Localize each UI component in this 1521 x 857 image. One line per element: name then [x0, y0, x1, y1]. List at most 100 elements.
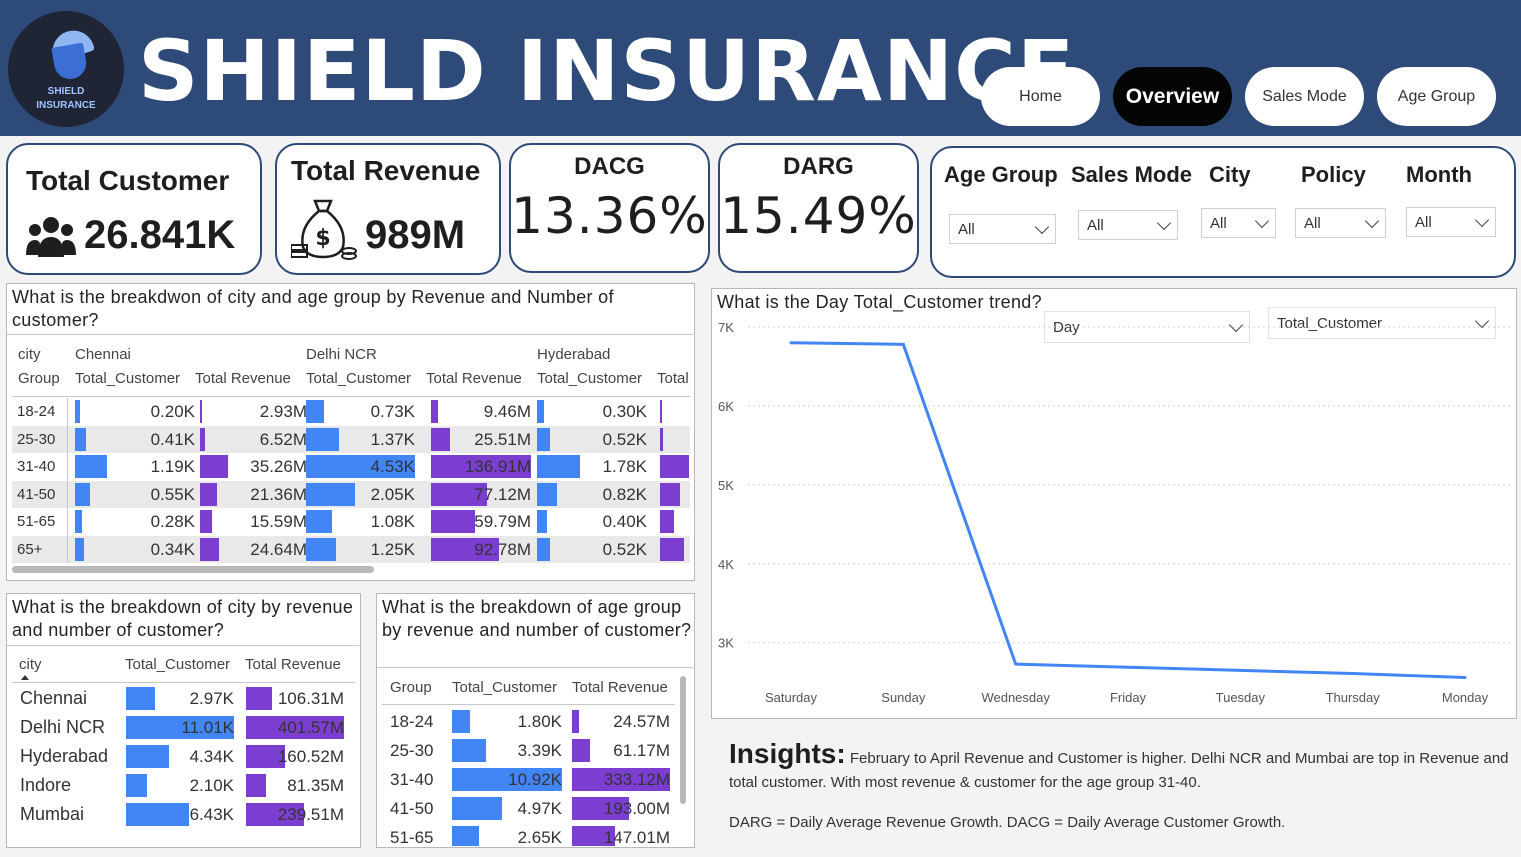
slicer-policy-value: All	[1304, 214, 1321, 232]
table-row[interactable]: Delhi NCR 11.01K 401.57M	[12, 714, 355, 743]
slicer-policy-dropdown[interactable]: All	[1295, 208, 1386, 238]
city-table-panel: What is the breakdown of city by revenue…	[6, 593, 361, 848]
table-row[interactable]: Hyderabad 4.34K 160.52M	[12, 743, 355, 772]
kpi-total-revenue-title: Total Revenue	[291, 155, 481, 186]
logo-text-line2: INSURANCE	[36, 100, 96, 111]
hyderabad-customer-value: 0.40K	[602, 512, 647, 531]
kpi-dacg-card: DACG 13.36%	[509, 143, 710, 273]
age-table-header-group[interactable]: Group	[390, 679, 432, 696]
city-age-matrix-panel: What is the breakdwon of city and age gr…	[6, 283, 695, 581]
data-point	[901, 342, 905, 346]
customer-value: 1.80K	[517, 712, 562, 731]
kpi-total-customer-value: 26.841K	[84, 213, 236, 257]
slicer-month-title: Month	[1406, 162, 1472, 187]
chennai-revenue-value: 6.52M	[259, 429, 307, 449]
age-group-name: 41-50	[390, 799, 434, 818]
table-row[interactable]: 18-24 1.80K 24.57M	[382, 708, 675, 737]
nav-home-button[interactable]: Home	[981, 67, 1100, 126]
table-row: 65+ 0.34K 24.64M 1.25K 92.78M 0.52K	[12, 535, 690, 563]
age-table-header-customer[interactable]: Total_Customer	[452, 679, 557, 696]
kpi-darg-value: 15.49%	[720, 187, 917, 245]
matrix-header-customer: Total_Customer	[537, 370, 643, 387]
city-name: Chennai	[20, 688, 88, 708]
y-tick-label: 6K	[718, 399, 734, 414]
sort-asc-icon	[21, 675, 29, 680]
city-table-title: What is the breakdown of city by revenue…	[12, 597, 354, 640]
delhi-customer-value: 4.53K	[370, 457, 415, 476]
hyderabad-revenue-bar	[660, 510, 674, 533]
nav-sales-mode-button[interactable]: Sales Mode	[1245, 67, 1364, 126]
age-group-name: 51-65	[390, 828, 434, 846]
delhi-revenue-value: 77.12M	[474, 484, 531, 504]
matrix-city-chennai: Chennai	[75, 346, 131, 363]
data-point	[1351, 672, 1355, 676]
age-table-body: 18-24 1.80K 24.57M 25-30 3.39K 61.17M 31-40 10.…	[382, 708, 675, 846]
slicer-city-dropdown[interactable]: All	[1201, 208, 1276, 238]
slicer-month-value: All	[1415, 213, 1432, 231]
city-table-header-customer[interactable]: Total_Customer	[125, 656, 230, 673]
table-row: 31-40 1.19K 35.26M 4.53K 136.91M 1.78K	[12, 453, 690, 480]
x-tick-label: Monday	[1442, 690, 1489, 705]
y-tick-label: 3K	[718, 636, 734, 651]
header-banner: SHIELD INSURANCE SHIELD INSURANCE Home O…	[0, 0, 1521, 136]
nav-overview-button[interactable]: Overview	[1113, 67, 1232, 126]
matrix-row-group: 25-30	[17, 430, 56, 448]
y-tick-label: 4K	[718, 557, 734, 572]
chevron-down-icon	[1364, 213, 1380, 228]
city-table-body: Chennai 2.97K 106.31M Delhi NCR 11.01K 401.57…	[12, 685, 355, 830]
people-icon	[26, 217, 76, 257]
table-row[interactable]: Mumbai 6.43K 239.51M	[12, 801, 355, 830]
city-table-header-revenue[interactable]: Total Revenue	[245, 656, 341, 673]
hyderabad-customer-value: 0.82K	[602, 484, 647, 504]
vertical-scrollbar[interactable]	[680, 676, 686, 804]
customer-value: 2.65K	[517, 828, 562, 846]
chennai-customer-value: 0.34K	[150, 539, 195, 559]
age-table-panel: What is the breakdown of age group by re…	[376, 593, 695, 848]
city-table-header-city[interactable]: city	[19, 656, 42, 673]
kpi-total-customer-title: Total Customer	[26, 165, 230, 196]
slicer-month-dropdown[interactable]: All	[1406, 207, 1496, 237]
data-point	[1463, 675, 1467, 679]
slicer-sales-mode-dropdown[interactable]: All	[1078, 210, 1178, 240]
table-row: 18-24 0.20K 2.93M 0.73K 9.46M 0.30K	[12, 398, 690, 425]
slicer-sales-mode-title: Sales Mode	[1071, 162, 1193, 187]
delhi-revenue-value: 25.51M	[474, 429, 531, 449]
table-row[interactable]: 31-40 10.92K 333.12M	[382, 766, 675, 795]
data-point	[1014, 662, 1018, 666]
delhi-customer-value: 1.25K	[370, 539, 415, 559]
shield-logo-icon: SHIELD INSURANCE	[8, 11, 124, 127]
table-row: 41-50 0.55K 21.36M 2.05K 77.12M 0.82K	[12, 480, 690, 508]
slicer-city-title: City	[1209, 162, 1251, 187]
horizontal-scrollbar[interactable]	[12, 566, 374, 573]
svg-text:$: $	[315, 226, 330, 251]
x-tick-label: Tuesday	[1216, 690, 1266, 705]
delhi-customer-value: 2.05K	[370, 484, 415, 504]
nav-age-group-button[interactable]: Age Group	[1377, 67, 1496, 126]
age-table-header-revenue[interactable]: Total Revenue	[572, 679, 668, 696]
slicer-panel: Age Group Sales Mode City Policy Month A…	[930, 146, 1516, 278]
table-row[interactable]: 51-65 2.65K 147.01M	[382, 824, 675, 846]
table-row: 25-30 0.41K 6.52M 1.37K 25.51M 0.52K	[12, 425, 690, 453]
kpi-darg-title: DARG	[783, 153, 854, 180]
chennai-revenue-value: 21.36M	[250, 484, 307, 504]
delhi-revenue-value: 59.79M	[474, 512, 531, 531]
chennai-customer-value: 0.55K	[150, 484, 195, 504]
matrix-header-revenue-truncated: Total	[657, 370, 689, 387]
customer-value: 6.43K	[189, 805, 234, 824]
table-row[interactable]: 25-30 3.39K 61.17M	[382, 737, 675, 766]
hyderabad-revenue-bar	[660, 537, 684, 561]
matrix-body: 18-24 0.20K 2.93M 0.73K 9.46M 0.30K 25-30 0.41K…	[12, 398, 690, 563]
hyderabad-customer-value: 0.30K	[602, 402, 647, 421]
slicer-sales-mode-value: All	[1087, 216, 1104, 234]
customer-value: 4.97K	[517, 799, 562, 818]
table-row[interactable]: Chennai 2.97K 106.31M	[12, 685, 355, 714]
customer-value: 2.10K	[189, 776, 234, 795]
slicer-age-group-dropdown[interactable]: All	[949, 214, 1056, 244]
hyderabad-revenue-bar	[660, 455, 689, 478]
delhi-customer-value: 1.37K	[370, 429, 415, 449]
table-row[interactable]: 41-50 4.97K 193.00M	[382, 795, 675, 824]
chennai-revenue-value: 35.26M	[250, 457, 307, 476]
city-name: Hyderabad	[20, 746, 109, 766]
table-row[interactable]: Indore 2.10K 81.35M	[12, 772, 355, 801]
city-name: Mumbai	[20, 804, 85, 824]
